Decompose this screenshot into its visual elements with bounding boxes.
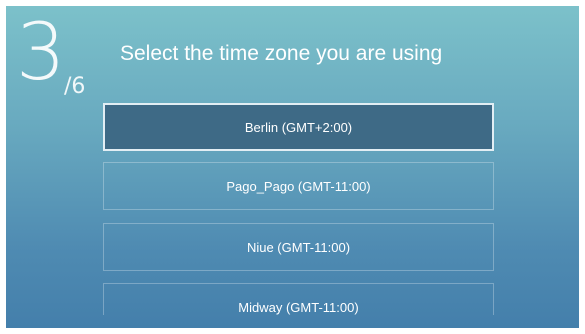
timezone-option-label: Midway (GMT-11:00) xyxy=(238,299,359,315)
timezone-option-pago-pago[interactable]: Pago_Pago (GMT-11:00) xyxy=(103,162,494,210)
step-current-number: 3 xyxy=(16,8,66,98)
timezone-option-label: Pago_Pago (GMT-11:00) xyxy=(226,178,371,194)
timezone-option-midway[interactable]: Midway (GMT-11:00) xyxy=(103,283,494,315)
timezone-option-label: Niue (GMT-11:00) xyxy=(246,239,351,255)
page-title: Select the time zone you are using xyxy=(120,42,443,65)
timezone-list[interactable]: Berlin (GMT+2:00) Pago_Pago (GMT-11:00) … xyxy=(103,103,496,315)
step-total-label: /6 xyxy=(64,74,86,99)
timezone-option-label: Berlin (GMT+2:00) xyxy=(244,119,353,135)
setup-screen: 3 /6 Select the time zone you are using … xyxy=(6,6,579,328)
timezone-option-berlin[interactable]: Berlin (GMT+2:00) xyxy=(103,103,494,151)
timezone-option-niue[interactable]: Niue (GMT-11:00) xyxy=(103,223,494,271)
